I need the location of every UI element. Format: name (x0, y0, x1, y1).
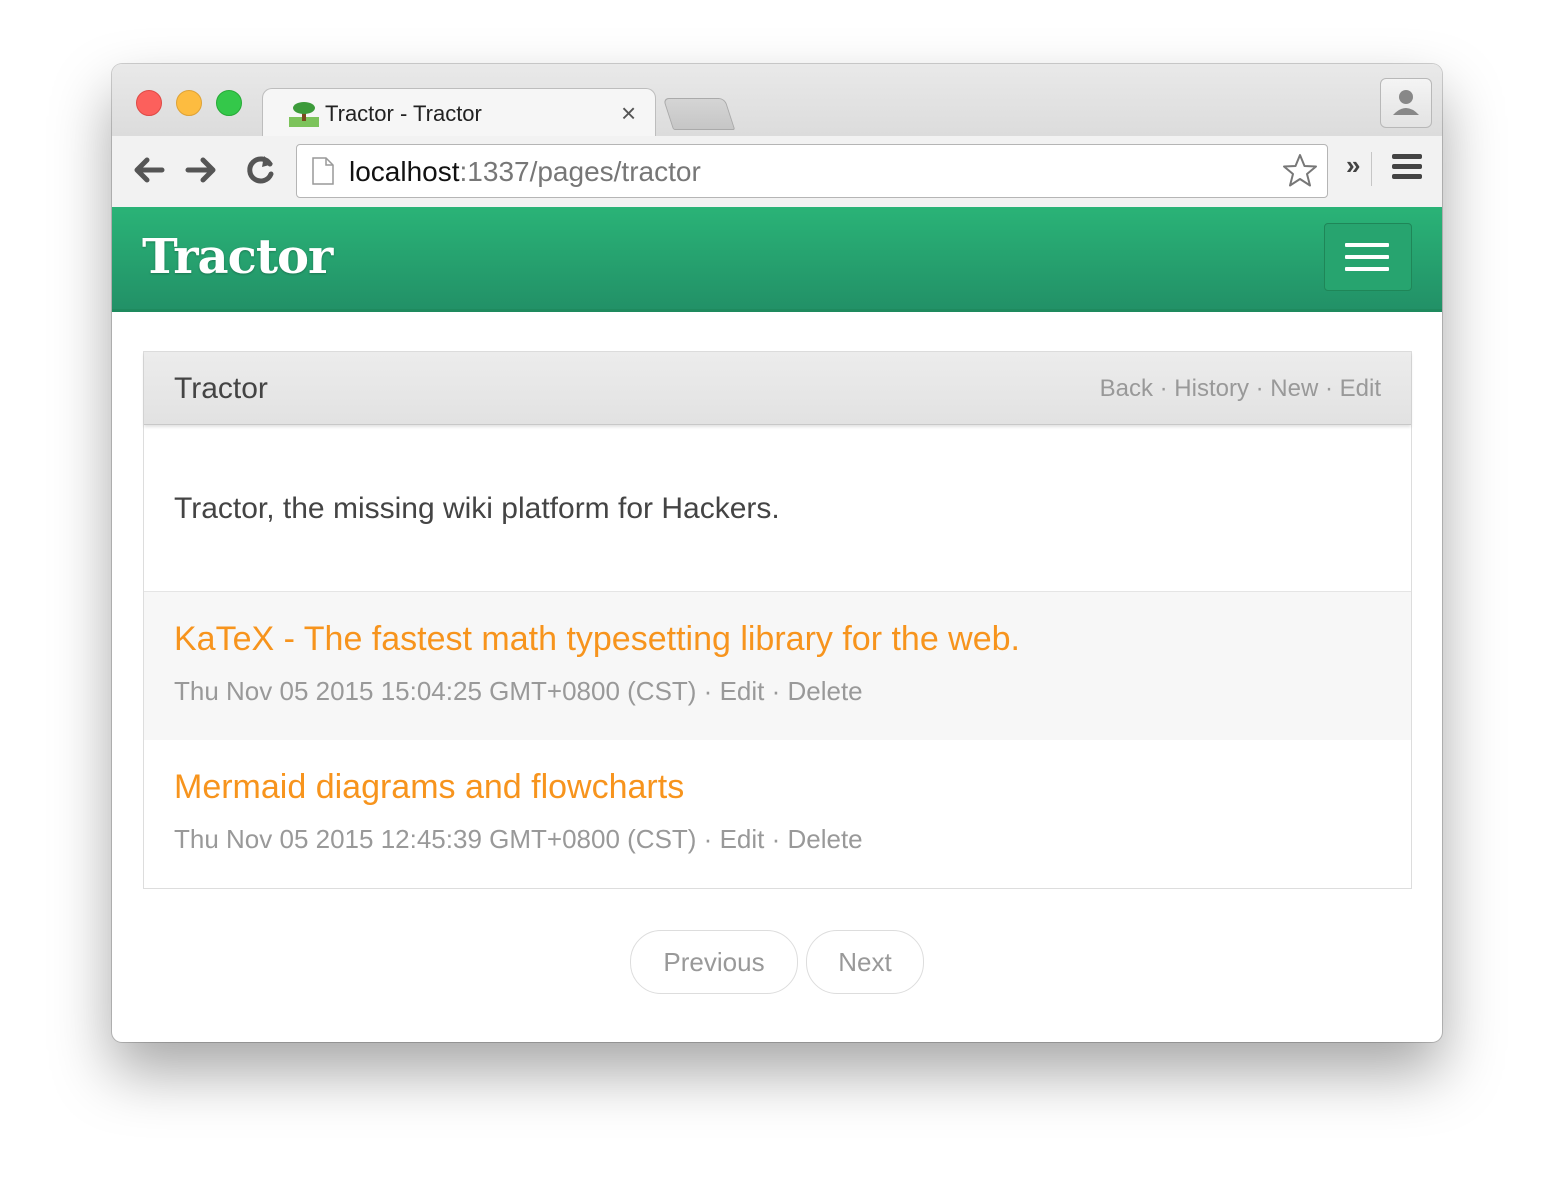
item-edit-link[interactable]: Edit (720, 676, 765, 706)
page-actions: Back · History · New · Edit (1099, 375, 1381, 402)
new-tab-button[interactable] (662, 98, 736, 130)
extensions-overflow-button[interactable]: » (1346, 150, 1360, 181)
page-panel: Tractor Back · History · New · Edit Trac… (143, 351, 1412, 889)
new-link[interactable]: New (1270, 375, 1318, 402)
item-meta: Thu Nov 05 2015 15:04:25 GMT+0800 (CST) … (174, 676, 863, 706)
item-delete-link[interactable]: Delete (787, 676, 862, 706)
panel-header: Tractor Back · History · New · Edit (144, 352, 1411, 425)
bookmark-star-icon[interactable] (1281, 152, 1319, 190)
back-link[interactable]: Back (1100, 375, 1153, 402)
item-meta: Thu Nov 05 2015 12:45:39 GMT+0800 (CST) … (174, 824, 863, 854)
list-item: Mermaid diagrams and flowcharts Thu Nov … (144, 740, 1411, 888)
edit-link[interactable]: Edit (1340, 375, 1381, 402)
nav-toggle-button[interactable] (1324, 223, 1412, 291)
window-zoom-button[interactable] (216, 90, 242, 116)
tree-favicon-icon (289, 102, 319, 127)
toolbar-divider (1371, 152, 1372, 186)
next-button[interactable]: Next (806, 930, 924, 994)
item-date: Thu Nov 05 2015 15:04:25 GMT+0800 (CST) (174, 676, 697, 706)
browser-tab[interactable]: Tractor - Tractor × (262, 88, 656, 138)
profile-button[interactable] (1380, 78, 1432, 128)
forward-arrow-icon[interactable] (182, 150, 222, 190)
page-title: Tractor (174, 372, 268, 405)
url-text: localhost:1337/pages/tractor (349, 156, 701, 187)
window-minimize-button[interactable] (176, 90, 202, 116)
address-bar[interactable]: localhost:1337/pages/tractor (296, 144, 1328, 198)
item-title-link[interactable]: Mermaid diagrams and flowcharts (174, 768, 684, 807)
app-navbar: Tractor (112, 207, 1442, 312)
reload-icon[interactable] (240, 150, 280, 190)
item-title-link[interactable]: KaTeX - The fastest math typesetting lib… (174, 620, 1020, 659)
tab-title: Tractor - Tractor (325, 101, 482, 126)
back-arrow-icon[interactable] (128, 150, 168, 190)
item-edit-link[interactable]: Edit (720, 824, 765, 854)
history-link[interactable]: History (1174, 375, 1249, 402)
window-close-button[interactable] (136, 90, 162, 116)
browser-menu-icon[interactable] (1392, 154, 1422, 184)
tab-close-icon[interactable]: × (621, 98, 636, 129)
page-description: Tractor, the missing wiki platform for H… (174, 492, 780, 525)
previous-button[interactable]: Previous (630, 930, 798, 994)
item-delete-link[interactable]: Delete (787, 824, 862, 854)
list-item: KaTeX - The fastest math typesetting lib… (144, 592, 1411, 740)
item-date: Thu Nov 05 2015 12:45:39 GMT+0800 (CST) (174, 824, 697, 854)
browser-window: Tractor - Tractor × localhost:1337/pages… (112, 64, 1442, 1042)
person-icon (1393, 90, 1419, 115)
browser-toolbar: localhost:1337/pages/tractor » (112, 136, 1442, 208)
brand-logo[interactable]: Tractor (142, 229, 333, 285)
page-icon (312, 157, 334, 185)
tab-strip: Tractor - Tractor × (112, 64, 1442, 138)
